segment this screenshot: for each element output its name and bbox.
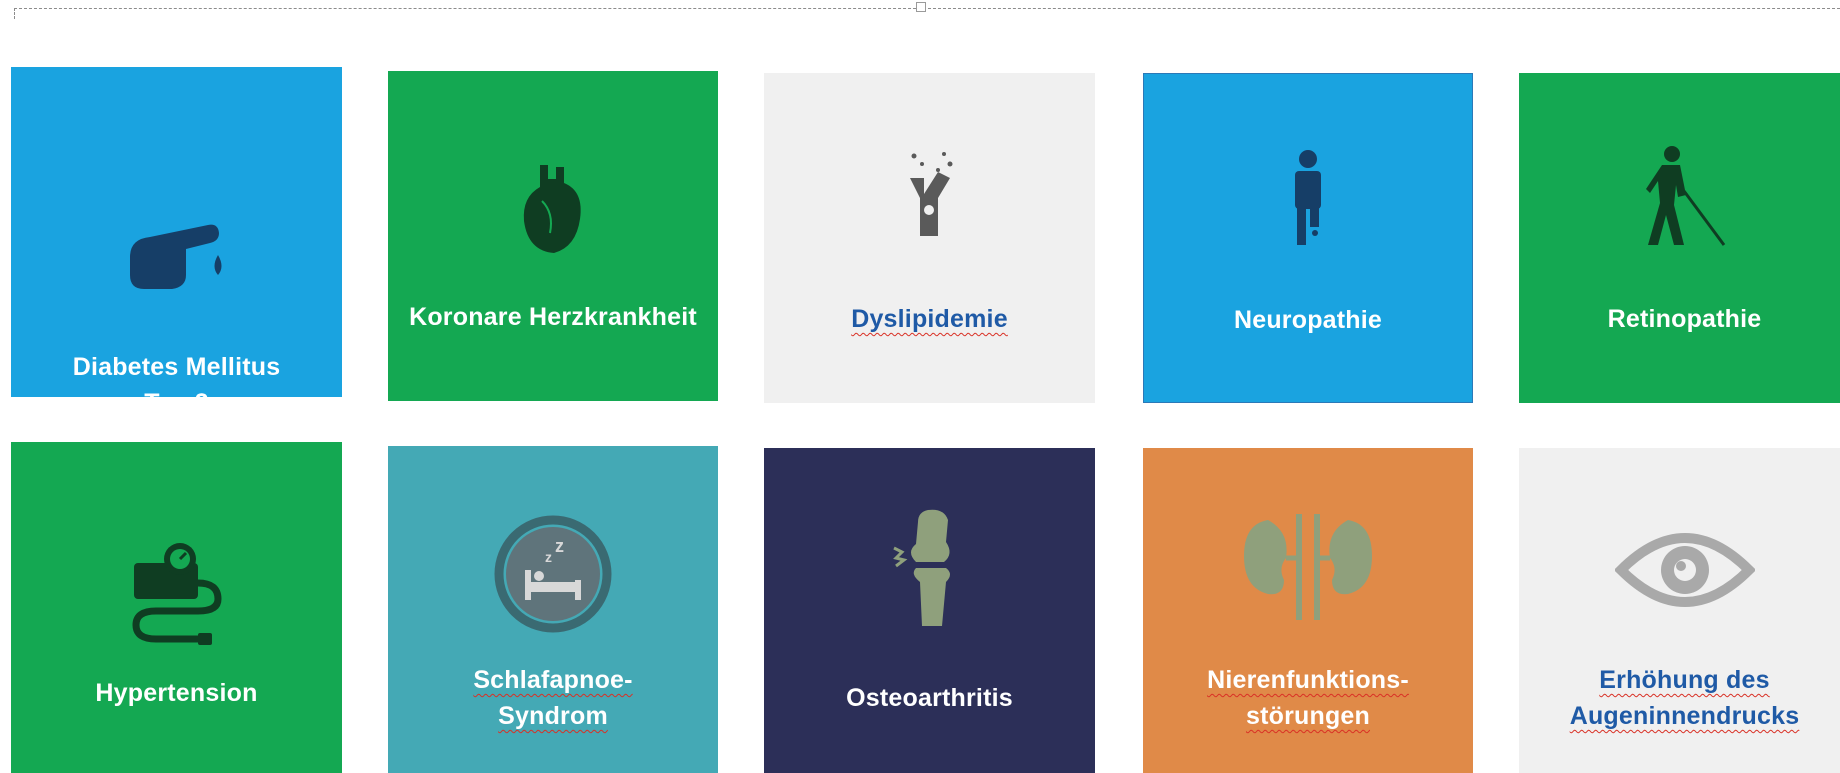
blood-pressure-cuff-icon — [11, 537, 342, 647]
blind-walking-icon — [1519, 145, 1840, 249]
tile-label-line1: Nierenfunktions- — [1207, 666, 1409, 694]
tile-label-line1: Diabetes Mellitus — [72, 353, 281, 381]
tile-label-line1: Dyslipidemie — [851, 305, 1008, 333]
eye-icon — [1519, 530, 1840, 610]
tile-label-line1: Schlafapnoe- — [473, 666, 633, 694]
kidneys-icon — [1143, 514, 1473, 620]
tile-label-line1: Erhöhung des — [1599, 666, 1770, 694]
tile-label-line1: Retinopathie — [1607, 305, 1762, 333]
tile-diabetes[interactable]: Diabetes Mellitus Typ 2 — [11, 67, 342, 417]
heart-icon — [388, 161, 718, 257]
resize-handle[interactable] — [916, 2, 926, 12]
cholesterol-artery-icon — [764, 148, 1095, 240]
person-icon — [1144, 149, 1472, 249]
tile-label-line2: Syndrom — [498, 702, 608, 730]
svg-text:z: z — [555, 536, 564, 556]
section-selection-frame — [14, 8, 1840, 19]
sleeping-bed-icon: z z — [388, 514, 718, 634]
tile-label-line2: Augeninnendrucks — [1569, 702, 1800, 730]
finger-prick-icon — [11, 217, 342, 313]
tile-label-line2: störungen — [1245, 702, 1371, 730]
tile-schlafapnoe[interactable]: z z Schlafapnoe- Syndrom — [388, 446, 718, 773]
tile-hypertension[interactable]: Hypertension — [11, 442, 342, 773]
tile-label-line1: Neuropathie — [1233, 306, 1383, 334]
tile-neuropathie[interactable]: Neuropathie — [1143, 73, 1473, 403]
tile-dyslipidemie[interactable]: Dyslipidemie — [764, 73, 1095, 403]
tile-label-line1: Koronare Herzkrankheit — [409, 303, 697, 331]
tile-augeninnendruck[interactable]: Erhöhung des Augeninnendrucks — [1519, 448, 1840, 773]
tile-nierenfunktionsstoerungen[interactable]: Nierenfunktions- störungen — [1143, 448, 1473, 773]
knee-joint-icon — [764, 508, 1095, 628]
tile-label-line2: Typ 2 — [144, 389, 209, 417]
tile-label-line1: Osteoarthritis — [846, 684, 1013, 712]
tile-retinopathie[interactable]: Retinopathie — [1519, 73, 1840, 403]
tile-label-line1: Hypertension — [95, 679, 258, 707]
svg-text:z: z — [545, 549, 552, 565]
tile-koronare-herzkrankheit[interactable]: Koronare Herzkrankheit — [388, 71, 718, 401]
tile-osteoarthritis[interactable]: Osteoarthritis — [764, 448, 1095, 773]
